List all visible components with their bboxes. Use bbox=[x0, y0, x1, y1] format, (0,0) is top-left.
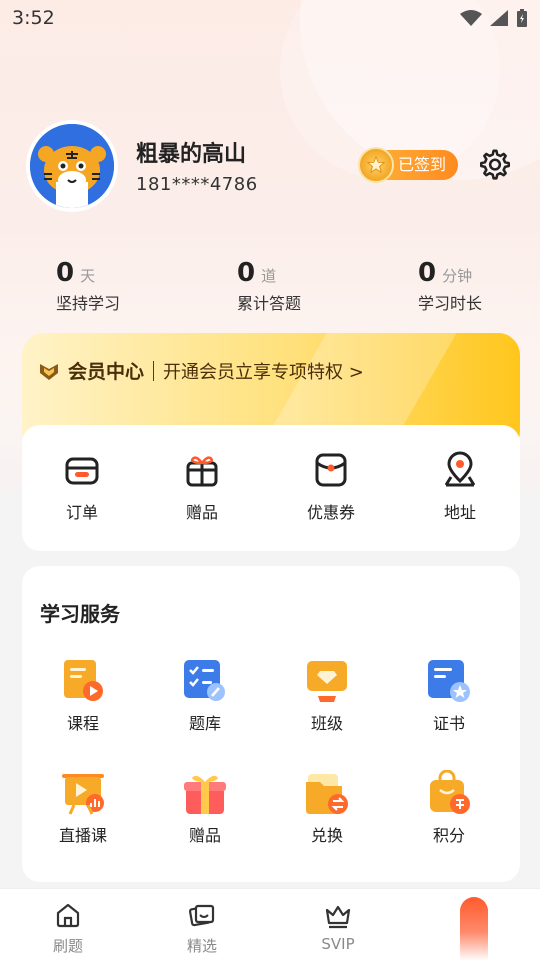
quick-action-address[interactable]: 地址 bbox=[420, 451, 500, 523]
service-label: 题库 bbox=[188, 714, 221, 733]
stat-study-time: 0 分钟 学习时长 bbox=[418, 258, 482, 314]
star-medal-icon bbox=[358, 147, 394, 183]
service-label: 课程 bbox=[66, 714, 99, 733]
home-icon bbox=[56, 903, 80, 928]
coupon-icon bbox=[315, 453, 347, 487]
tab-mine-indicator[interactable] bbox=[460, 897, 488, 960]
tab-featured[interactable]: 精选 bbox=[162, 901, 242, 956]
quick-action-coupons[interactable]: 优惠券 bbox=[291, 451, 371, 523]
service-exchange[interactable]: 兑换 bbox=[282, 770, 372, 846]
service-points[interactable]: 积分 bbox=[404, 769, 494, 846]
study-services-card: 学习服务 课程 题库 班级 证书 直播课 赠品 兑换 积分 bbox=[22, 566, 520, 882]
stat-unit: 分钟 bbox=[442, 267, 473, 285]
service-label: 班级 bbox=[310, 714, 343, 733]
gift-box-icon bbox=[182, 770, 228, 816]
signal-icon bbox=[490, 10, 508, 26]
quick-action-label: 赠品 bbox=[185, 503, 218, 522]
course-icon bbox=[60, 658, 106, 704]
featured-icon bbox=[188, 904, 215, 927]
stat-label: 坚持学习 bbox=[56, 294, 121, 313]
stat-value: 0 bbox=[237, 258, 256, 288]
phone-number: 181****4786 bbox=[136, 174, 258, 195]
vip-badge-icon bbox=[40, 363, 58, 380]
gear-icon[interactable] bbox=[478, 148, 512, 182]
service-certificate[interactable]: 证书 bbox=[404, 658, 494, 734]
quick-action-orders[interactable]: 订单 bbox=[42, 451, 122, 523]
order-icon bbox=[65, 457, 99, 485]
stat-label: 累计答题 bbox=[237, 294, 302, 313]
username: 粗暴的高山 bbox=[136, 142, 247, 167]
service-question-bank[interactable]: 题库 bbox=[160, 658, 250, 734]
exchange-icon bbox=[304, 770, 350, 816]
wifi-icon bbox=[460, 10, 482, 26]
tab-svip[interactable]: SVIP bbox=[298, 901, 378, 953]
status-bar: 3:52 bbox=[0, 0, 540, 36]
battery-icon bbox=[517, 9, 527, 27]
service-class[interactable]: 班级 bbox=[282, 658, 372, 734]
service-label: 兑换 bbox=[310, 826, 343, 845]
vip-title: 会员中心 bbox=[68, 361, 145, 383]
quick-action-label: 地址 bbox=[443, 503, 476, 522]
avatar[interactable] bbox=[26, 120, 118, 212]
class-icon bbox=[304, 658, 350, 704]
vip-description: 开通会员立享专项特权 > bbox=[163, 361, 364, 383]
service-label: 证书 bbox=[432, 714, 465, 733]
profile-section: 粗暴的高山 181****4786 已签到 bbox=[26, 120, 516, 212]
tiger-avatar-icon bbox=[30, 124, 114, 208]
tab-label: SVIP bbox=[321, 935, 355, 953]
stats-row: 0天 坚持学习 0道 累计答题 0 分钟 学习时长 bbox=[56, 258, 496, 318]
service-label: 积分 bbox=[432, 826, 465, 845]
stat-value: 0 bbox=[56, 258, 75, 288]
service-label: 赠品 bbox=[188, 826, 221, 845]
stat-unit: 道 bbox=[261, 267, 277, 285]
tab-label: 刷题 bbox=[52, 937, 83, 955]
bottom-tab-bar: 刷题 精选 SVIP bbox=[0, 888, 540, 960]
service-course[interactable]: 课程 bbox=[38, 658, 128, 734]
status-time: 3:52 bbox=[12, 7, 55, 29]
tab-label: 精选 bbox=[186, 937, 217, 955]
stat-label: 学习时长 bbox=[418, 294, 483, 313]
quick-action-label: 优惠券 bbox=[306, 503, 355, 522]
location-icon bbox=[444, 451, 476, 487]
service-live-class[interactable]: 直播课 bbox=[38, 770, 128, 846]
live-class-icon bbox=[60, 770, 106, 816]
service-label: 直播课 bbox=[58, 826, 107, 845]
quick-action-gifts[interactable]: 赠品 bbox=[162, 451, 242, 523]
stat-unit: 天 bbox=[80, 267, 96, 285]
quick-actions-card: 订单 赠品 优惠券 地址 bbox=[22, 425, 520, 551]
service-gift-box[interactable]: 赠品 bbox=[160, 770, 250, 846]
tab-practice[interactable]: 刷题 bbox=[28, 901, 108, 956]
gift-icon bbox=[186, 456, 218, 487]
crown-icon bbox=[325, 905, 351, 929]
stat-answered: 0道 累计答题 bbox=[237, 258, 301, 314]
question-bank-icon bbox=[182, 658, 228, 704]
certificate-icon bbox=[426, 658, 472, 704]
points-icon bbox=[426, 769, 472, 816]
checkin-label: 已签到 bbox=[398, 155, 447, 174]
stat-study-days: 0天 坚持学习 bbox=[56, 258, 120, 314]
checkin-button[interactable]: 已签到 bbox=[358, 147, 458, 183]
section-title: 学习服务 bbox=[40, 602, 120, 626]
stat-value: 0 bbox=[418, 258, 437, 288]
quick-action-label: 订单 bbox=[65, 503, 98, 522]
